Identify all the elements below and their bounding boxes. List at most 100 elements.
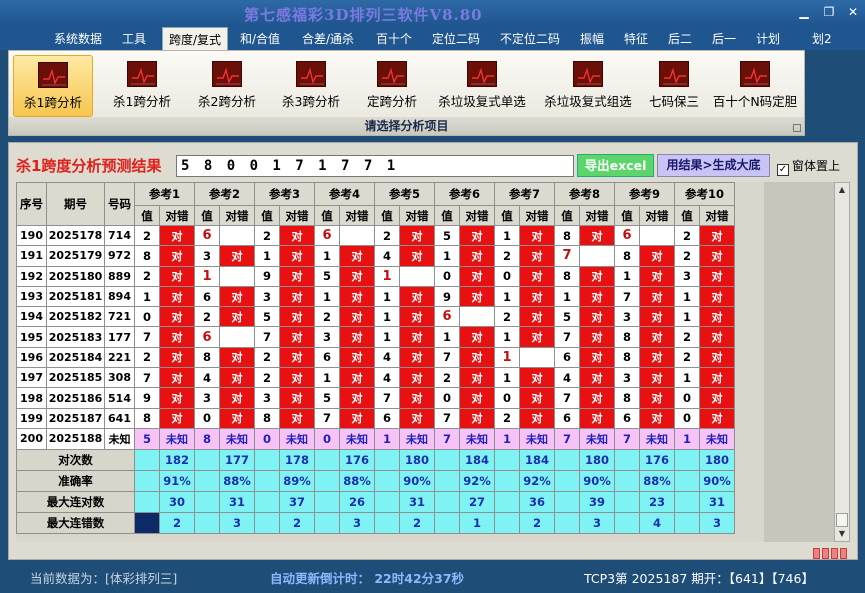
value-cell: 4 xyxy=(374,346,400,369)
code-cell: 721 xyxy=(104,306,135,328)
prediction-value-cell: 5 xyxy=(134,427,160,450)
hit-cell: 对 xyxy=(639,367,675,389)
stats-spacer xyxy=(614,490,640,513)
sub-right-header: 对错 xyxy=(699,205,735,226)
value-cell: 1 xyxy=(494,285,520,308)
value-cell: 0 xyxy=(434,387,460,409)
menu-item[interactable]: 系统数据 xyxy=(54,30,102,47)
value-cell: 9 xyxy=(254,265,280,287)
menu-item[interactable]: 定位二码 xyxy=(432,30,480,47)
hit-cell: 对 xyxy=(519,224,555,247)
value-cell: 2 xyxy=(374,224,400,247)
ribbon-button[interactable]: 百十个N码定胆 xyxy=(709,55,801,117)
hit-cell: 对 xyxy=(279,367,315,389)
menu-item[interactable]: 划2 xyxy=(812,30,832,47)
menu-item[interactable]: 不定位二码 xyxy=(500,30,560,47)
ribbon-button[interactable]: 杀1跨分析 xyxy=(13,55,93,117)
vertical-scrollbar[interactable]: ▲ ▼ xyxy=(834,182,850,542)
hit-cell: 对 xyxy=(519,367,555,389)
prediction-value-cell: 0 xyxy=(254,427,280,450)
hit-cell: 对 xyxy=(159,285,195,308)
ribbon-button[interactable]: 杀垃圾复式组选 xyxy=(537,55,639,117)
sub-right-header: 对错 xyxy=(459,205,495,226)
maximize-icon[interactable]: ❐ xyxy=(818,4,840,20)
stats-spacer xyxy=(134,469,160,492)
stats-value: 180 xyxy=(699,448,735,471)
stats-spacer xyxy=(194,511,220,534)
menu-item[interactable]: 后二 xyxy=(668,30,692,47)
table-row: 198 2025186 514 9 对 3 对 3 对 5 对 7 对 0 对 0 对 7 对 8 对 0 对 xyxy=(16,387,735,409)
stats-spacer xyxy=(254,448,280,471)
ribbon-button[interactable]: 杀1跨分析 xyxy=(107,55,177,117)
stats-spacer xyxy=(434,511,460,534)
sub-right-header: 对错 xyxy=(399,205,435,226)
value-cell: 1 xyxy=(374,306,400,328)
stats-value: 27 xyxy=(459,490,495,513)
indicator-icon xyxy=(822,548,829,559)
ribbon-button-label: 杀垃圾复式组选 xyxy=(544,94,632,109)
value-cell: 3 xyxy=(254,285,280,308)
chart-icon xyxy=(467,61,497,87)
stats-value: 88% xyxy=(219,469,255,492)
grid-empty-area xyxy=(764,182,834,542)
prediction-value-cell: 7 xyxy=(434,427,460,450)
ribbon-button[interactable]: 定跨分析 xyxy=(355,55,429,117)
period-cell: 2025182 xyxy=(46,306,105,328)
scroll-down-icon[interactable]: ▼ xyxy=(835,527,849,541)
ribbon-button-label: 杀1跨分析 xyxy=(24,95,82,110)
menu-item[interactable]: 百十个 xyxy=(376,30,412,47)
stats-spacer xyxy=(554,490,580,513)
minimize-icon[interactable]: ▁ xyxy=(793,4,815,20)
ribbon-button[interactable]: 七码保三 xyxy=(641,55,707,117)
value-cell: 6 xyxy=(314,346,340,369)
close-icon[interactable]: ✕ xyxy=(842,4,864,20)
hit-cell: 对 xyxy=(279,387,315,409)
miss-cell xyxy=(399,265,435,287)
hit-cell: 对 xyxy=(339,265,375,287)
value-cell: 1 xyxy=(614,265,640,287)
stats-value: 36 xyxy=(519,490,555,513)
generate-base-button[interactable]: 用结果>生成大底 xyxy=(657,154,770,177)
stats-value: 88% xyxy=(639,469,675,492)
hit-cell: 对 xyxy=(219,346,255,369)
sub-right-header: 对错 xyxy=(339,205,375,226)
value-cell: 7 xyxy=(434,407,460,429)
scroll-up-icon[interactable]: ▲ xyxy=(835,183,849,197)
hit-cell: 对 xyxy=(459,245,495,267)
value-cell: 2 xyxy=(314,306,340,328)
hit-cell: 对 xyxy=(279,407,315,429)
hit-cell: 对 xyxy=(219,367,255,389)
ribbon-button[interactable]: 杀2跨分析 xyxy=(187,55,267,117)
pin-window-label: 窗体置上 xyxy=(792,159,841,173)
value-cell: 6 xyxy=(434,306,460,328)
value-cell: 7 xyxy=(134,367,160,389)
ribbon-button[interactable]: 杀3跨分析 xyxy=(271,55,351,117)
menu-item[interactable]: 合差/通杀 xyxy=(302,30,354,47)
stats-value: 2 xyxy=(519,511,555,534)
table-row: 191 2025179 972 8 对 3 对 1 对 1 对 4 对 1 对 2 对 7 8 对 2 对 xyxy=(16,245,735,267)
current-data-text: 当前数据为：[体彩排列三] xyxy=(30,571,178,586)
ref-header: 参考10 xyxy=(674,182,735,206)
pin-window-checkbox[interactable]: ✓ 窗体置上 xyxy=(777,157,840,176)
result-field[interactable]: 5 8 0 0 1 7 1 7 7 1 xyxy=(176,155,574,177)
menu-item[interactable]: 跨度/复式 xyxy=(162,27,229,52)
ribbon-button-label: 杀2跨分析 xyxy=(198,94,256,109)
menu-item[interactable]: 和/合值 xyxy=(240,30,280,47)
hit-cell: 对 xyxy=(339,346,375,369)
stats-value: 31 xyxy=(219,490,255,513)
menu-item[interactable]: 振幅 xyxy=(580,30,604,47)
hit-cell: 对 xyxy=(219,245,255,267)
value-cell: 8 xyxy=(194,346,220,369)
col-code-header: 号码 xyxy=(104,182,135,226)
ribbon-button[interactable]: 杀垃圾复式单选 xyxy=(431,55,533,117)
menu-item[interactable]: 工具 xyxy=(122,30,146,47)
sub-right-header: 对错 xyxy=(639,205,675,226)
menu-item[interactable]: 后一 xyxy=(712,30,736,47)
scroll-thumb[interactable] xyxy=(836,513,848,527)
menu-item[interactable]: 特征 xyxy=(624,30,648,47)
hit-cell: 对 xyxy=(459,265,495,287)
export-excel-button[interactable]: 导出excel xyxy=(577,154,654,177)
table-row: 193 2025181 894 1 对 6 对 3 对 1 对 1 对 9 对 1 对 1 对 7 对 1 对 xyxy=(16,285,735,308)
menu-item[interactable]: 计划 xyxy=(756,30,780,47)
ribbon-expand-icon[interactable] xyxy=(793,124,801,132)
